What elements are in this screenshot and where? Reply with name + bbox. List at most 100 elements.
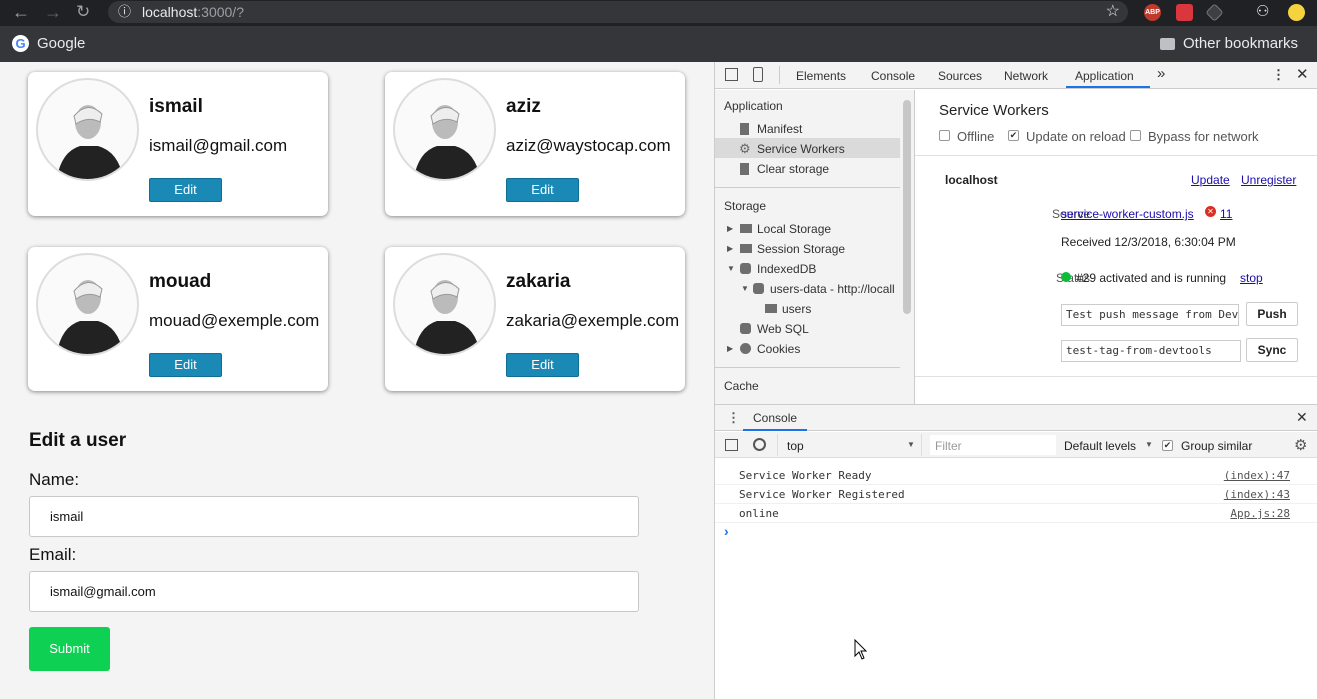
address-bar[interactable]: ⓘ localhost:3000/? ☆ xyxy=(108,1,1128,23)
collapse-users-data-icon[interactable]: ▼ xyxy=(741,284,749,293)
edit-button[interactable]: Edit xyxy=(506,178,579,202)
device-toolbar-icon[interactable] xyxy=(753,67,763,82)
tab-network[interactable]: Network xyxy=(1004,69,1048,83)
avatar xyxy=(36,78,139,181)
sidebar-item-web-sql[interactable]: Web SQL xyxy=(757,322,809,336)
close-drawer-icon[interactable]: ✕ xyxy=(1296,409,1308,426)
sidebar-scrollbar[interactable] xyxy=(903,100,911,314)
status-dot xyxy=(1061,272,1071,282)
user-name: ismail xyxy=(149,96,203,117)
expand-session-storage-icon[interactable]: ▶ xyxy=(727,244,733,253)
edit-button[interactable]: Edit xyxy=(506,353,579,377)
cookie-icon xyxy=(740,343,751,354)
sidebar-header-storage: Storage xyxy=(724,199,767,213)
sidebar-item-indexeddb[interactable]: IndexedDB xyxy=(757,262,816,276)
sidebar-divider xyxy=(715,187,900,188)
expand-cookies-icon[interactable]: ▶ xyxy=(727,344,733,353)
database-icon xyxy=(740,323,751,334)
tab-application[interactable]: Application xyxy=(1075,69,1134,83)
sw-host: localhost xyxy=(945,173,998,187)
incognito-icon[interactable]: ⚇ xyxy=(1256,2,1269,20)
console-filter-input[interactable]: Filter xyxy=(930,435,1056,455)
email-input[interactable]: ismail@gmail.com xyxy=(29,571,639,612)
bookmark-other[interactable]: Other bookmarks xyxy=(1183,35,1298,52)
more-tabs-icon[interactable]: » xyxy=(1157,65,1165,82)
close-devtools-icon[interactable]: ✕ xyxy=(1296,65,1309,83)
chevron-down-icon: ▼ xyxy=(907,440,915,449)
sidebar-item-local-storage[interactable]: Local Storage xyxy=(757,222,831,236)
source-file-link[interactable]: service-worker-custom.js xyxy=(1061,207,1194,221)
user-name: zakaria xyxy=(506,271,571,292)
url-host: localhost xyxy=(142,4,198,20)
forward-icon[interactable]: → xyxy=(44,2,62,23)
sidebar-item-clear-storage[interactable]: Clear storage xyxy=(757,162,829,176)
application-sidebar: Application Manifest ⚙ Service Workers C… xyxy=(715,90,915,404)
stop-link[interactable]: stop xyxy=(1240,271,1263,285)
trash-icon xyxy=(740,163,749,175)
sidebar-header-application: Application xyxy=(724,99,783,113)
info-icon[interactable]: ⓘ xyxy=(118,1,131,23)
star-icon[interactable]: ☆ xyxy=(1106,1,1120,23)
log-levels-select[interactable]: Default levels xyxy=(1064,439,1136,453)
edit-button[interactable]: Edit xyxy=(149,353,222,377)
profile-avatar[interactable] xyxy=(1288,4,1305,21)
context-value: top xyxy=(787,439,804,453)
database-icon xyxy=(753,283,764,294)
inspect-icon[interactable] xyxy=(725,68,738,81)
collapse-indexeddb-icon[interactable]: ▼ xyxy=(727,264,735,273)
tab-divider xyxy=(779,66,780,84)
drawer-menu-icon[interactable]: ⋮ xyxy=(727,410,740,426)
console-message-source[interactable]: (index):47 xyxy=(1224,469,1290,482)
show-sidebar-icon[interactable] xyxy=(725,439,738,451)
name-label: Name: xyxy=(29,470,80,489)
extension-icon[interactable] xyxy=(1176,4,1193,21)
clear-console-icon[interactable] xyxy=(753,438,766,451)
devtools-menu-icon[interactable]: ⋮ xyxy=(1272,67,1285,83)
console-settings-icon[interactable]: ⚙ xyxy=(1294,436,1307,454)
expand-local-storage-icon[interactable]: ▶ xyxy=(727,224,733,233)
error-count-link[interactable]: 11 xyxy=(1220,207,1232,221)
sidebar-item-session-storage[interactable]: Session Storage xyxy=(757,242,845,256)
tab-elements[interactable]: Elements xyxy=(796,69,846,83)
console-message-source[interactable]: (index):43 xyxy=(1224,488,1290,501)
group-similar-checkbox[interactable]: ✔ xyxy=(1162,440,1173,451)
bypass-network-label: Bypass for network xyxy=(1148,129,1259,144)
console-message-text: Service Worker Registered xyxy=(739,488,905,501)
console-message: online App.js:28 xyxy=(715,504,1317,523)
bookmark-google[interactable]: Google xyxy=(37,35,85,52)
sidebar-item-manifest[interactable]: Manifest xyxy=(757,122,802,136)
edit-button[interactable]: Edit xyxy=(149,178,222,202)
update-on-reload-label: Update on reload xyxy=(1026,129,1126,144)
user-card: zakaria zakaria@exemple.com Edit xyxy=(385,247,685,391)
extension-diamond-icon[interactable] xyxy=(1205,3,1224,22)
console-message-text: Service Worker Ready xyxy=(739,469,872,482)
push-button[interactable]: Push xyxy=(1246,302,1298,326)
update-link[interactable]: Update xyxy=(1191,173,1230,187)
drawer-tab-console[interactable]: Console xyxy=(753,411,797,425)
sync-input[interactable]: test-tag-from-devtools xyxy=(1061,340,1241,362)
name-input[interactable]: ismail xyxy=(29,496,639,537)
sidebar-divider xyxy=(715,367,900,368)
bypass-network-checkbox[interactable] xyxy=(1130,130,1141,141)
sidebar-item-users-store[interactable]: users xyxy=(782,302,811,316)
submit-button[interactable]: Submit xyxy=(29,627,110,671)
sidebar-item-service-workers[interactable]: Service Workers xyxy=(757,142,845,156)
console-prompt[interactable]: › xyxy=(724,523,729,539)
offline-checkbox[interactable] xyxy=(939,130,950,141)
tab-sources[interactable]: Sources xyxy=(938,69,982,83)
tab-console[interactable]: Console xyxy=(871,69,915,83)
status-text: #29 activated and is running xyxy=(1076,271,1227,285)
sync-button[interactable]: Sync xyxy=(1246,338,1298,362)
adblock-icon[interactable]: ABP xyxy=(1144,4,1161,21)
back-icon[interactable]: ← xyxy=(12,2,30,23)
push-input[interactable]: Test push message from DevTools. xyxy=(1061,304,1239,326)
sidebar-item-cookies[interactable]: Cookies xyxy=(757,342,800,356)
form-title: Edit a user xyxy=(29,430,127,451)
user-name: mouad xyxy=(149,271,212,292)
reload-icon[interactable]: ↻ xyxy=(76,2,90,22)
console-message-source[interactable]: App.js:28 xyxy=(1230,507,1290,520)
sidebar-item-users-data[interactable]: users-data - http://locall xyxy=(770,282,895,296)
unregister-link[interactable]: Unregister xyxy=(1241,173,1296,187)
update-on-reload-checkbox[interactable]: ✔ xyxy=(1008,130,1019,141)
google-icon: G xyxy=(12,35,29,52)
